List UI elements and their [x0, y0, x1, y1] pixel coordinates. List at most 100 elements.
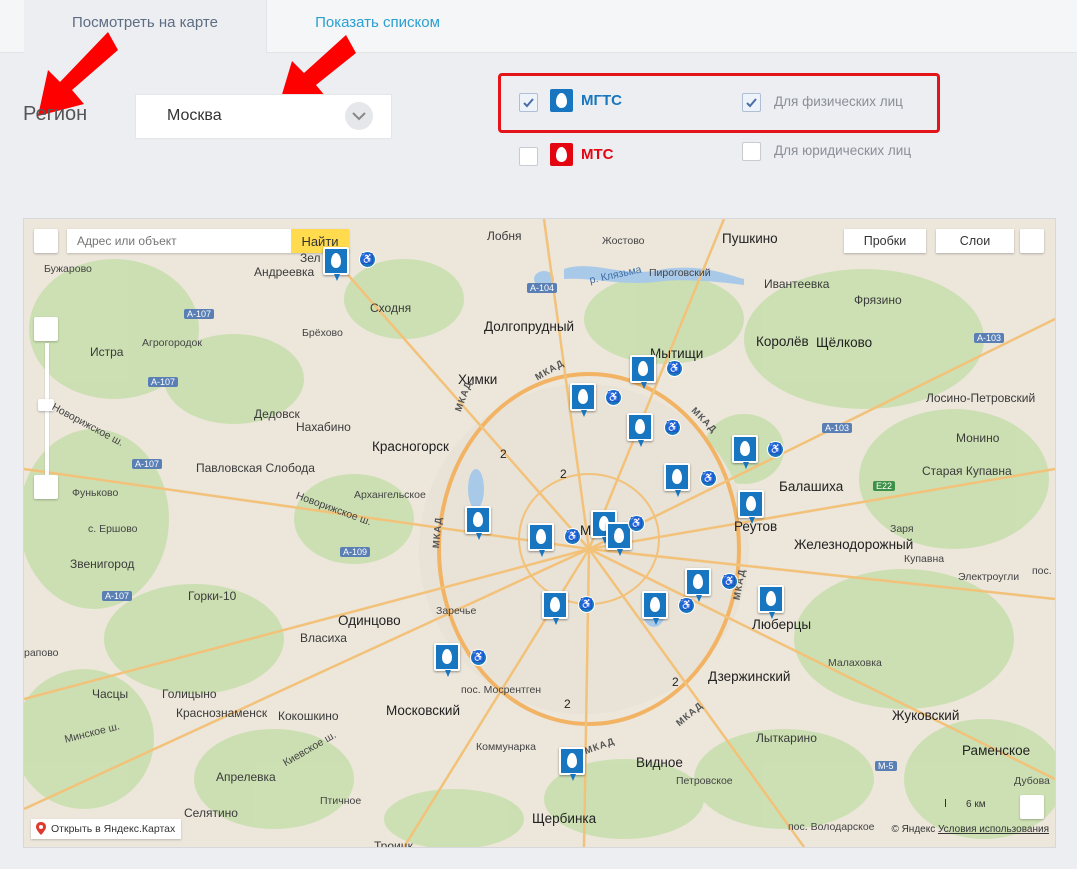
map-label: Жостово — [602, 235, 645, 247]
map-label: Петровское — [676, 775, 733, 787]
map-label: Дзержинский — [708, 669, 791, 684]
annotation-arrow-list — [280, 35, 356, 101]
road-shield: А-103 — [974, 333, 1005, 343]
map-label: Горки-10 — [188, 589, 237, 603]
map-search-input[interactable] — [67, 229, 309, 253]
map-label: Дедовск — [254, 407, 300, 421]
brand-label-mgts: МГТС — [581, 92, 622, 109]
map-label: Московский — [386, 703, 460, 718]
road-shield: А-107 — [148, 377, 179, 387]
map-label: Андреевка — [254, 265, 315, 279]
terms-link[interactable]: Условия использования — [938, 824, 1049, 835]
map-label: Сходня — [370, 301, 412, 315]
office-pin[interactable] — [559, 747, 585, 781]
office-pin[interactable] — [732, 435, 758, 469]
map-label: Селятино — [184, 806, 238, 820]
map-scale: 6 км — [945, 799, 986, 810]
map-label: Зел — [300, 251, 321, 265]
map-label: Жуковский — [892, 708, 960, 723]
cluster-count[interactable]: 2 — [564, 697, 571, 711]
tab-bar: Посмотреть на карте Показать списком — [0, 0, 1077, 53]
accessibility-icon: ♿ — [666, 360, 683, 377]
road-shield: А-107 — [184, 309, 215, 319]
fullscreen-button[interactable] — [34, 229, 58, 253]
accessibility-icon: ♿ — [721, 573, 738, 590]
accessibility-icon: ♿ — [359, 251, 376, 268]
ruler-button[interactable] — [1020, 795, 1044, 819]
mts-logo-icon — [550, 143, 573, 166]
map-label: Красногорск — [372, 439, 449, 454]
checkbox-mts[interactable] — [519, 147, 538, 166]
map-label: Лосино-Петровский — [926, 391, 1036, 405]
cluster-count[interactable]: 2 — [500, 447, 507, 461]
map-label: Краснознаменск — [176, 706, 268, 720]
accessibility-icon: ♿ — [700, 470, 717, 487]
region-select[interactable]: Москва — [135, 94, 392, 139]
map-label: Заря — [890, 523, 914, 535]
map-label: пос. Мосрентген — [461, 684, 542, 696]
office-pin[interactable] — [630, 355, 656, 389]
brand-label-mts: МТС — [581, 146, 614, 163]
region-label: Регион — [23, 103, 88, 125]
accessibility-icon: ♿ — [564, 528, 581, 545]
map-label: пос. Володарское — [788, 821, 875, 833]
office-pin[interactable] — [570, 383, 596, 417]
map-pin-icon — [36, 822, 46, 835]
map-widget[interactable]: Найти Пробки Слои Зел Андреевка Бужарово… — [23, 218, 1056, 848]
accessibility-icon: ♿ — [470, 649, 487, 666]
map-label: Птичное — [320, 795, 362, 807]
map-label: Павловская Слобода — [196, 461, 315, 475]
office-pin[interactable] — [434, 643, 460, 677]
accessibility-icon: ♿ — [664, 419, 681, 436]
zoom-out-button[interactable] — [34, 475, 58, 499]
label-individuals: Для физических лиц — [774, 94, 903, 109]
checkbox-mgts[interactable] — [519, 93, 538, 112]
cluster-count[interactable]: 2 — [560, 467, 567, 481]
accessibility-icon: ♿ — [678, 597, 695, 614]
road-shield: А-107 — [102, 591, 133, 601]
map-label: Агрогородок — [142, 337, 202, 349]
map-label: Часцы — [92, 687, 129, 701]
office-pin[interactable] — [528, 523, 554, 557]
office-pin[interactable] — [664, 463, 690, 497]
office-pin[interactable] — [685, 568, 711, 602]
road-shield: А-104 — [527, 283, 558, 293]
map-label: Лыткарино — [756, 731, 817, 745]
map-label: Малаховка — [828, 657, 882, 669]
road-shield: E22 — [873, 481, 896, 491]
office-pin[interactable] — [323, 247, 349, 281]
office-pin[interactable] — [758, 585, 784, 619]
map-label: Пушкино — [722, 231, 778, 246]
cluster-count[interactable]: 2 — [672, 675, 679, 689]
map-label: Лобня — [487, 229, 522, 243]
map-label: Мытищи — [650, 346, 704, 361]
map-label: Дубова — [1014, 775, 1050, 787]
map-label: Люберцы — [752, 617, 812, 632]
map-label: Коммунарка — [476, 741, 536, 753]
checkbox-individuals[interactable] — [742, 93, 761, 112]
map-label: Реутов — [734, 519, 778, 534]
open-yandex-maps-link[interactable]: Открыть в Яндекс.Картах — [31, 819, 182, 839]
traffic-button[interactable]: Пробки — [844, 229, 926, 253]
map-label: Королёв — [756, 334, 809, 349]
map-label: Электроугли — [958, 571, 1020, 583]
zoom-in-button[interactable] — [34, 317, 58, 341]
checkbox-legal-entities[interactable] — [742, 142, 761, 161]
map-expand-button[interactable] — [1020, 229, 1044, 253]
office-pin[interactable] — [542, 591, 568, 625]
road-shield: А-107 — [132, 459, 163, 469]
office-pin[interactable] — [642, 591, 668, 625]
map-label: Ивантеевка — [764, 277, 830, 291]
zoom-slider-track[interactable] — [45, 343, 49, 493]
map-label: Бужарово — [44, 263, 92, 275]
office-pin[interactable] — [465, 506, 491, 540]
map-label: Купавна — [904, 553, 945, 565]
office-pin[interactable] — [627, 413, 653, 447]
map-label: Железнодорожный — [794, 537, 914, 552]
region-value: Москва — [167, 107, 222, 124]
road-shield: А-109 — [340, 547, 371, 557]
office-pin[interactable] — [738, 490, 764, 524]
layers-button[interactable]: Слои — [936, 229, 1014, 253]
road-shield: М-5 — [875, 761, 897, 771]
chevron-down-icon[interactable] — [345, 102, 373, 130]
